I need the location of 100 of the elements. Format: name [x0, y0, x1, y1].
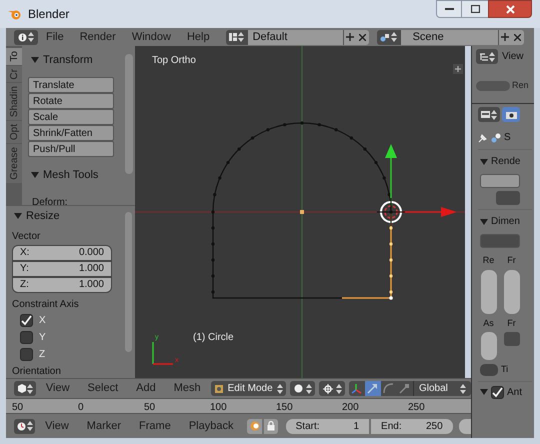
minimize-button[interactable] — [436, 0, 462, 18]
menu-item[interactable]: View — [38, 380, 78, 397]
panel-title[interactable]: Dimen — [491, 214, 520, 229]
menu-item[interactable]: Frame — [131, 418, 179, 434]
lock-icon — [266, 421, 275, 431]
panel-title[interactable]: Ant — [507, 384, 522, 400]
menu-item[interactable]: Window — [124, 28, 179, 46]
number-field[interactable]: Y: 1.000 — [12, 260, 112, 276]
arc-icon — [383, 383, 394, 394]
up-down-arrows-icon — [276, 384, 283, 394]
layout-name-field[interactable]: Default — [248, 30, 344, 44]
arrow-icon — [367, 383, 378, 394]
tool-button[interactable]: Translate — [28, 76, 114, 92]
axis-checkbox[interactable] — [20, 348, 33, 360]
y-arrow-icon[interactable] — [385, 144, 397, 206]
close-button[interactable] — [356, 30, 369, 44]
tool-button[interactable]: Scale — [28, 108, 114, 124]
end-frame-field[interactable]: End: 250 — [371, 418, 453, 434]
tool-tab[interactable]: Grease — [6, 144, 22, 184]
tool-button[interactable]: Shrink/Fatten — [28, 124, 114, 140]
close-button[interactable] — [510, 30, 524, 44]
tool-button[interactable]: Push/Pull — [28, 140, 114, 156]
toggle-pair[interactable] — [480, 364, 498, 376]
maximize-button[interactable] — [462, 0, 488, 18]
timeline-ruler[interactable]: 50 0 50 100 150 200 250 — [6, 398, 471, 414]
panel-title[interactable]: Rende — [491, 154, 520, 169]
pivot-dropdown[interactable] — [319, 381, 345, 396]
editor-type-button[interactable] — [478, 107, 500, 122]
field-label: X: — [20, 246, 30, 260]
axis-checkbox[interactable] — [20, 314, 33, 326]
add-button[interactable] — [498, 30, 511, 44]
render-buttons[interactable] — [480, 174, 520, 188]
manipulator-toggle[interactable] — [364, 381, 381, 396]
number-field[interactable] — [504, 270, 520, 314]
menu-item[interactable]: View — [37, 418, 77, 434]
number-field[interactable]: Z: 1.000 — [12, 276, 112, 292]
tool-tab[interactable]: Shadin — [6, 83, 22, 120]
menu-item[interactable]: File — [38, 28, 72, 46]
tool-tab[interactable]: Cr — [6, 66, 22, 82]
scrollbar[interactable] — [125, 54, 133, 174]
panel-title[interactable]: Transform — [43, 52, 93, 68]
plus-icon — [346, 33, 354, 41]
close-button[interactable] — [488, 0, 532, 18]
scrollbar[interactable] — [125, 212, 132, 352]
menu-item[interactable]: Select — [80, 380, 126, 397]
expanded-triangle-icon[interactable] — [480, 388, 488, 396]
menu-item[interactable]: Help — [178, 28, 218, 46]
expanded-triangle-icon[interactable] — [14, 212, 22, 220]
orientation-dropdown[interactable]: Global — [412, 381, 471, 396]
pin-icon[interactable] — [478, 132, 488, 142]
field-value: 0.000 — [78, 246, 104, 260]
panel-title[interactable]: Mesh Tools — [43, 166, 98, 183]
expanded-triangle-icon[interactable] — [31, 170, 39, 179]
anti-aliasing-checkbox[interactable] — [491, 386, 504, 398]
checkmark-icon — [21, 314, 32, 326]
add-button[interactable] — [344, 30, 356, 44]
menu-item[interactable]: View — [502, 49, 524, 64]
field-value: 1 — [353, 420, 360, 434]
frame-field[interactable] — [458, 418, 472, 434]
context-label: S — [504, 131, 511, 145]
start-frame-field[interactable]: Start: 1 — [286, 418, 370, 434]
lock-button[interactable] — [264, 418, 278, 434]
number-field[interactable] — [480, 332, 496, 360]
menu-item[interactable]: Marker — [78, 418, 130, 434]
menu-item[interactable]: Add — [128, 380, 164, 397]
number-field[interactable]: X: 0.000 — [12, 244, 112, 260]
manipulator-toggle[interactable] — [348, 381, 365, 396]
expanded-triangle-icon[interactable] — [480, 218, 488, 226]
editor-type-button[interactable] — [14, 30, 38, 44]
editor-type-button[interactable] — [14, 381, 36, 396]
panel-title[interactable]: Resize — [26, 208, 60, 224]
render-tab[interactable] — [502, 107, 520, 122]
tool-tab[interactable]: To — [6, 48, 22, 65]
editor-type-button[interactable] — [476, 49, 498, 64]
field-label: Orientation — [12, 366, 62, 378]
expanded-triangle-icon[interactable] — [31, 56, 39, 64]
add-region-button[interactable] — [453, 64, 463, 74]
3d-cursor-icon[interactable] — [376, 198, 406, 226]
tool-button[interactable]: Rotate — [28, 92, 114, 108]
axis-checkbox[interactable] — [20, 330, 33, 344]
number-field[interactable] — [480, 270, 496, 314]
keying-button[interactable] — [247, 418, 262, 434]
layout-type-button[interactable] — [226, 30, 248, 44]
tool-tab[interactable]: Opt — [6, 121, 22, 144]
shading-dropdown[interactable] — [290, 381, 316, 396]
close-icon — [358, 34, 366, 40]
up-down-arrows-icon — [26, 421, 33, 431]
column-label: As — [483, 316, 494, 330]
menu-item[interactable]: Mesh — [166, 380, 209, 397]
editor-type-button[interactable] — [14, 418, 36, 434]
scene-type-button[interactable] — [376, 30, 401, 44]
scene-name-field[interactable]: Scene — [400, 30, 499, 44]
x-arrow-icon[interactable] — [397, 207, 457, 217]
manipulator-toggle[interactable] — [380, 381, 397, 396]
menu-item[interactable]: Render — [72, 28, 124, 46]
manipulator-toggle[interactable] — [396, 381, 413, 396]
mode-dropdown[interactable]: Edit Mode — [210, 381, 286, 396]
menu-item[interactable]: Playback — [180, 418, 242, 434]
expanded-triangle-icon[interactable] — [480, 158, 488, 166]
filter-toggle[interactable] — [476, 80, 510, 91]
